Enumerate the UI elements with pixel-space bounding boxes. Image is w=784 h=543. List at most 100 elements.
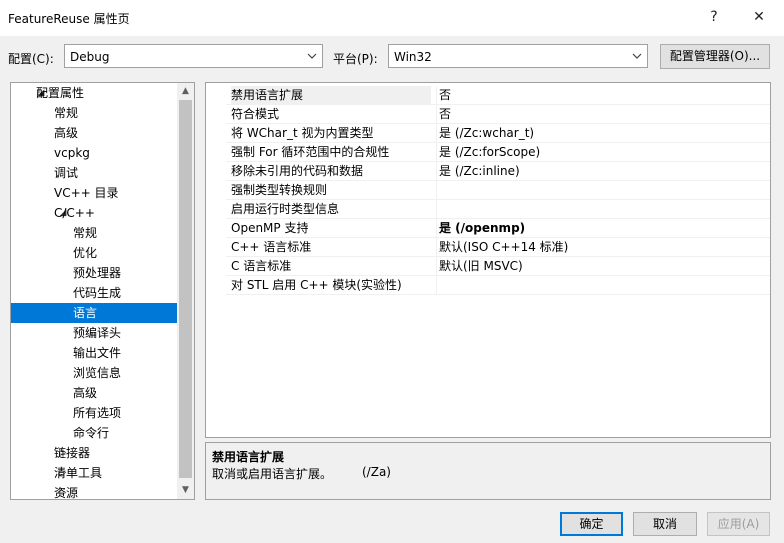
tree-item-label: 预编译头 <box>73 326 122 340</box>
property-row[interactable]: C 语言标准 默认(旧 MSVC) <box>206 257 770 276</box>
config-label: 配置(C): <box>8 52 54 66</box>
tree-item-label: 常规 <box>73 226 98 240</box>
property-value[interactable] <box>436 276 766 294</box>
property-row[interactable]: 强制 For 循环范围中的合规性 是 (/Zc:forScope) <box>206 143 770 162</box>
property-row[interactable]: 符合模式 否 <box>206 105 770 124</box>
tree-item-label: VC++ 目录 <box>54 186 119 200</box>
tree-item[interactable]: ◢ 配置属性 <box>11 83 177 103</box>
config-manager-button[interactable]: 配置管理器(O)... <box>660 44 770 69</box>
row-gutter <box>206 86 226 105</box>
tree-item[interactable]: 优化 <box>11 243 177 263</box>
property-row[interactable]: C++ 语言标准 默认(ISO C++14 标准) <box>206 238 770 257</box>
platform-dropdown[interactable]: Win32 <box>388 44 648 68</box>
cancel-button[interactable]: 取消 <box>633 512 697 536</box>
tree-item-label: C/C++ <box>54 206 95 220</box>
property-value[interactable] <box>436 181 766 199</box>
tree-item-label: 链接器 <box>54 446 91 460</box>
tree-item[interactable]: 高级 <box>11 383 177 403</box>
property-name: 将 WChar_t 视为内置类型 <box>231 126 374 140</box>
property-value[interactable]: 否 <box>436 86 766 104</box>
property-name: 移除未引用的代码和数据 <box>231 164 364 178</box>
ok-button[interactable]: 确定 <box>560 512 623 536</box>
tree-item[interactable]: 命令行 <box>11 423 177 443</box>
property-value[interactable] <box>436 200 766 218</box>
tree-item[interactable]: 常规 <box>11 103 177 123</box>
row-gutter <box>206 162 226 181</box>
property-value[interactable]: 默认(ISO C++14 标准) <box>436 238 766 256</box>
tree-item[interactable]: 预处理器 <box>11 263 177 283</box>
row-gutter <box>206 143 226 162</box>
property-row[interactable]: 启用运行时类型信息 <box>206 200 770 219</box>
tree-item[interactable]: ▷ 资源 <box>11 483 177 500</box>
tree-item-label: 命令行 <box>73 426 110 440</box>
property-name: C 语言标准 <box>231 259 292 273</box>
row-gutter <box>206 124 226 143</box>
help-icon[interactable]: ? <box>699 4 729 30</box>
tree-item-label: 预处理器 <box>73 266 122 280</box>
tree-scrollbar[interactable]: ▲ ▼ <box>177 83 194 499</box>
tree-item[interactable]: 输出文件 <box>11 343 177 363</box>
property-row[interactable]: 将 WChar_t 视为内置类型 是 (/Zc:wchar_t) <box>206 124 770 143</box>
row-gutter <box>206 276 226 295</box>
title-bar: FeatureReuse 属性页 ? ✕ <box>0 0 784 36</box>
tree-item[interactable]: 常规 <box>11 223 177 243</box>
tree-item-label: 常规 <box>54 106 79 120</box>
tree-item[interactable]: 所有选项 <box>11 403 177 423</box>
property-row[interactable]: 移除未引用的代码和数据 是 (/Zc:inline) <box>206 162 770 181</box>
tree-item-label: 高级 <box>54 126 79 140</box>
tree-item-label: 输出文件 <box>73 346 122 360</box>
tree-item-label: 优化 <box>73 246 98 260</box>
tree-item[interactable]: 调试 <box>11 163 177 183</box>
property-name: 启用运行时类型信息 <box>231 202 340 216</box>
property-value[interactable]: 是 (/Zc:wchar_t) <box>436 124 766 142</box>
tree-item[interactable]: 语言 <box>11 303 177 323</box>
scroll-down-icon[interactable]: ▼ <box>177 482 194 499</box>
scroll-thumb[interactable] <box>179 100 192 478</box>
property-value[interactable]: 默认(旧 MSVC) <box>436 257 766 275</box>
config-row: 配置(C): Debug 平台(P): Win32 配置管理器(O)... <box>0 44 784 70</box>
tree-item-label: 调试 <box>54 166 79 180</box>
property-row[interactable]: 对 STL 启用 C++ 模块(实验性) <box>206 276 770 295</box>
tree-item[interactable]: ◢ C/C++ <box>11 203 177 223</box>
tree-item[interactable]: ▷ 链接器 <box>11 443 177 463</box>
tree-item-label: 代码生成 <box>73 286 122 300</box>
row-gutter <box>206 219 226 238</box>
row-gutter <box>206 181 226 200</box>
tree-item[interactable]: ▷ 清单工具 <box>11 463 177 483</box>
close-icon[interactable]: ✕ <box>744 4 774 30</box>
property-row[interactable]: OpenMP 支持 是 (/openmp) <box>206 219 770 238</box>
row-gutter <box>206 257 226 276</box>
apply-button[interactable]: 应用(A) <box>707 512 770 536</box>
property-name: C++ 语言标准 <box>231 240 312 254</box>
tree-item[interactable]: vcpkg <box>11 143 177 163</box>
property-name: 禁用语言扩展 <box>231 86 431 104</box>
tree-item-label: vcpkg <box>54 146 90 160</box>
property-grid: 禁用语言扩展否符合模式否将 WChar_t 视为内置类型 是 (/Zc:wchar… <box>205 82 771 438</box>
tree-item-label: 清单工具 <box>54 466 103 480</box>
property-value[interactable]: 是 (/Zc:forScope) <box>436 143 766 161</box>
property-value[interactable]: 是 (/openmp) <box>436 219 766 237</box>
config-dropdown[interactable]: Debug <box>64 44 323 68</box>
property-row[interactable]: 强制类型转换规则 <box>206 181 770 200</box>
row-gutter <box>206 105 226 124</box>
description-option: (/Za) <box>362 465 391 479</box>
chevron-down-icon <box>307 53 317 59</box>
platform-value: Win32 <box>394 50 432 64</box>
tree-item-label: 浏览信息 <box>73 366 122 380</box>
property-name: OpenMP 支持 <box>231 221 309 235</box>
chevron-down-icon <box>632 53 642 59</box>
tree-item[interactable]: 浏览信息 <box>11 363 177 383</box>
property-value[interactable]: 是 (/Zc:inline) <box>436 162 766 180</box>
tree-item[interactable]: 高级 <box>11 123 177 143</box>
tree-item[interactable]: VC++ 目录 <box>11 183 177 203</box>
tree-item[interactable]: 预编译头 <box>11 323 177 343</box>
property-value[interactable]: 否 <box>436 105 766 123</box>
tree-item-label: 高级 <box>73 386 98 400</box>
tree-item-label: 语言 <box>73 306 98 320</box>
property-row[interactable]: 禁用语言扩展否 <box>206 86 770 105</box>
property-name: 强制 For 循环范围中的合规性 <box>231 145 390 159</box>
window-title: FeatureReuse 属性页 <box>8 12 130 26</box>
tree-item-label: 资源 <box>54 486 79 500</box>
tree-item[interactable]: 代码生成 <box>11 283 177 303</box>
scroll-up-icon[interactable]: ▲ <box>177 83 194 100</box>
